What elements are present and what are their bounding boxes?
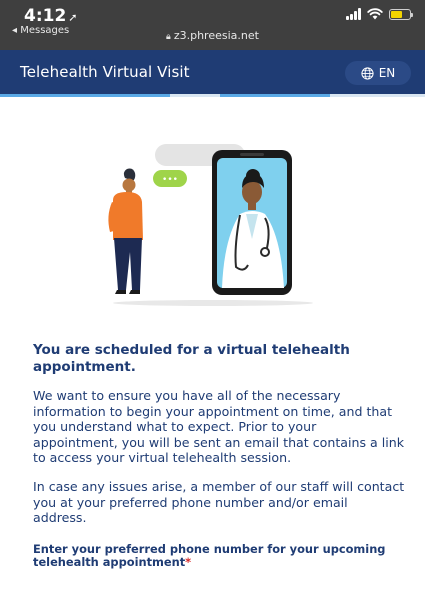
address-bar[interactable]: 🔒︎ z3.phreesia.net [0,29,425,42]
language-code: EN [378,66,396,80]
globe-icon [361,66,374,80]
progress-segment [0,94,170,97]
lock-icon: 🔒︎ [166,32,171,42]
cellular-signal-icon [346,8,361,20]
required-marker: * [185,555,192,570]
chat-bubble-icon: ••• [153,170,187,187]
status-icons [346,7,413,21]
ground-shadow [113,300,313,306]
battery-level [391,10,402,18]
page-title: Telehealth Virtual Visit [20,63,190,81]
main-content: You are scheduled for a virtual teleheal… [33,342,405,570]
status-bar: 4:12 ➚ ◂ Messages 🔒︎ z3.phreesia.net [0,0,425,50]
status-time: 4:12 ➚ [24,6,78,26]
address-url: z3.phreesia.net [173,29,259,42]
phone-field-label: Enter your preferred phone number for yo… [33,541,386,570]
progress-segment [172,94,218,97]
patient-figure [108,168,143,294]
app-header: Telehealth Virtual Visit EN [0,50,425,96]
battery-icon [389,8,413,20]
wifi-icon [367,8,383,20]
instructions-paragraph: We want to ensure you have all of the ne… [33,388,405,466]
svg-text:•••: ••• [162,175,178,185]
location-arrow-icon: ➚ [68,11,78,24]
appointment-headline: You are scheduled for a virtual teleheal… [33,342,350,375]
progress-segment [332,94,425,97]
contact-paragraph: In case any issues arise, a member of ou… [33,478,405,526]
telehealth-illustration: ••• [108,144,313,306]
progress-segment [220,94,330,97]
progress-bar [0,94,425,97]
language-selector-button[interactable]: EN [345,61,411,85]
